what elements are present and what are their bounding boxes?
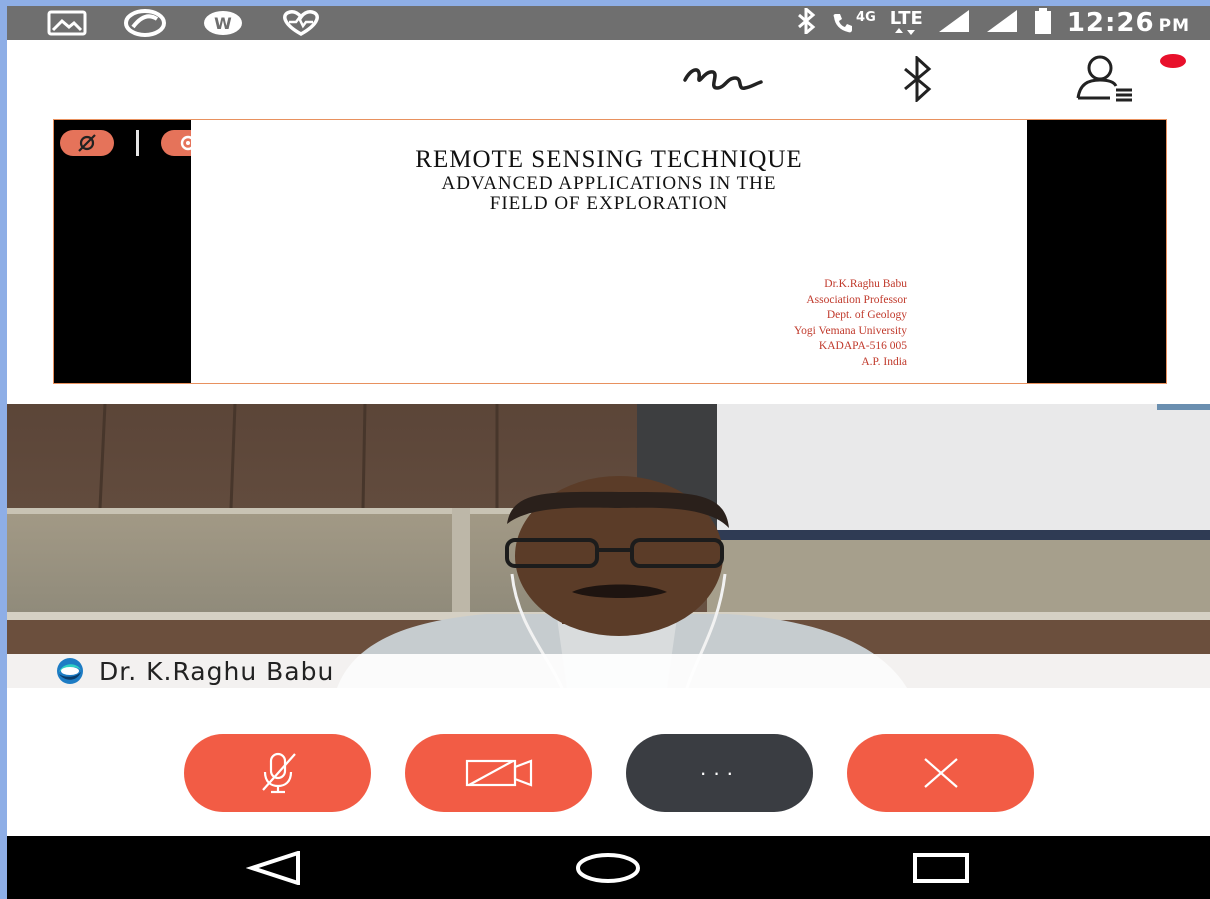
author-line: Dr.K.Raghu Babu <box>824 278 907 290</box>
author-line: Association Professor <box>806 293 907 306</box>
lte-signal-icon: LTE <box>890 10 923 36</box>
presentation-slide: REMOTE SENSING TECHNIQUE ADVANCED APPLIC… <box>191 120 1027 383</box>
participant-name: Dr. K.Raghu Babu <box>99 656 335 686</box>
battery-icon <box>1033 7 1053 40</box>
video-feed[interactable]: Dr. K.Raghu Babu <box>7 404 1210 688</box>
status-bar: W 4G LTE 12:26 PM <box>7 6 1210 40</box>
more-button[interactable]: ··· <box>626 734 813 812</box>
back-icon[interactable] <box>236 836 316 899</box>
heart-icon <box>279 10 323 36</box>
clock: 12:26 PM <box>1067 8 1190 38</box>
microphone-muted-icon <box>261 752 296 794</box>
participant-name-bar: Dr. K.Raghu Babu <box>7 654 1210 688</box>
volte-call-icon: 4G <box>831 11 876 35</box>
author-line: A.P. India <box>861 355 907 368</box>
slide-title-line2: ADVANCED APPLICATIONS IN THE <box>441 173 777 194</box>
participants-icon[interactable] <box>1072 54 1138 109</box>
more-dots-icon: ··· <box>699 760 740 785</box>
shared-content-panel[interactable]: REMOTE SENSING TECHNIQUE ADVANCED APPLIC… <box>53 119 1167 384</box>
home-icon[interactable] <box>568 836 648 899</box>
lte-label: LTE <box>889 8 923 29</box>
annotate-icon[interactable] <box>679 58 769 103</box>
recording-indicator <box>1160 54 1186 68</box>
annotation-off-icon[interactable] <box>60 130 114 156</box>
whatsapp-icon: W <box>201 10 245 36</box>
video-off-button[interactable] <box>405 734 592 812</box>
separator <box>136 130 139 156</box>
meeting-header <box>7 40 1210 120</box>
signal-icon <box>937 8 971 39</box>
clock-time: 12:26 <box>1066 8 1155 38</box>
leave-button[interactable] <box>847 734 1034 812</box>
author-line: Yogi Vemana University <box>794 324 907 337</box>
author-line: KADAPA-516 005 <box>818 340 907 353</box>
slide-title: REMOTE SENSING TECHNIQUE ADVANCED APPLIC… <box>191 146 1027 214</box>
video-frame <box>7 404 1210 688</box>
phone-screen: W 4G LTE 12:26 PM REMOTE SENSING TECHNIQ… <box>7 6 1210 899</box>
net-4g-label: 4G <box>856 10 876 25</box>
call-controls: ··· <box>7 734 1210 812</box>
camera-off-icon <box>465 759 532 787</box>
signal-icon-2 <box>985 8 1019 39</box>
slide-title-line1: REMOTE SENSING TECHNIQUE <box>415 146 803 173</box>
author-line: Dept. of Geology <box>826 309 907 322</box>
system-nav-bar <box>7 836 1210 899</box>
clock-ampm: PM <box>1158 16 1190 36</box>
image-icon <box>45 10 89 36</box>
bluetooth-header-icon[interactable] <box>899 54 935 107</box>
bluetooth-icon <box>795 6 817 39</box>
webex-logo-icon <box>55 656 85 686</box>
svg-text:W: W <box>214 14 232 33</box>
slide-title-line3: FIELD OF EXPLORATION <box>489 193 729 214</box>
recents-icon[interactable] <box>901 836 981 899</box>
slide-author-block: Dr.K.Raghu Babu Association Professor De… <box>794 277 907 371</box>
circle-app-icon <box>123 9 167 37</box>
mute-button[interactable] <box>184 734 371 812</box>
close-icon <box>923 758 958 788</box>
